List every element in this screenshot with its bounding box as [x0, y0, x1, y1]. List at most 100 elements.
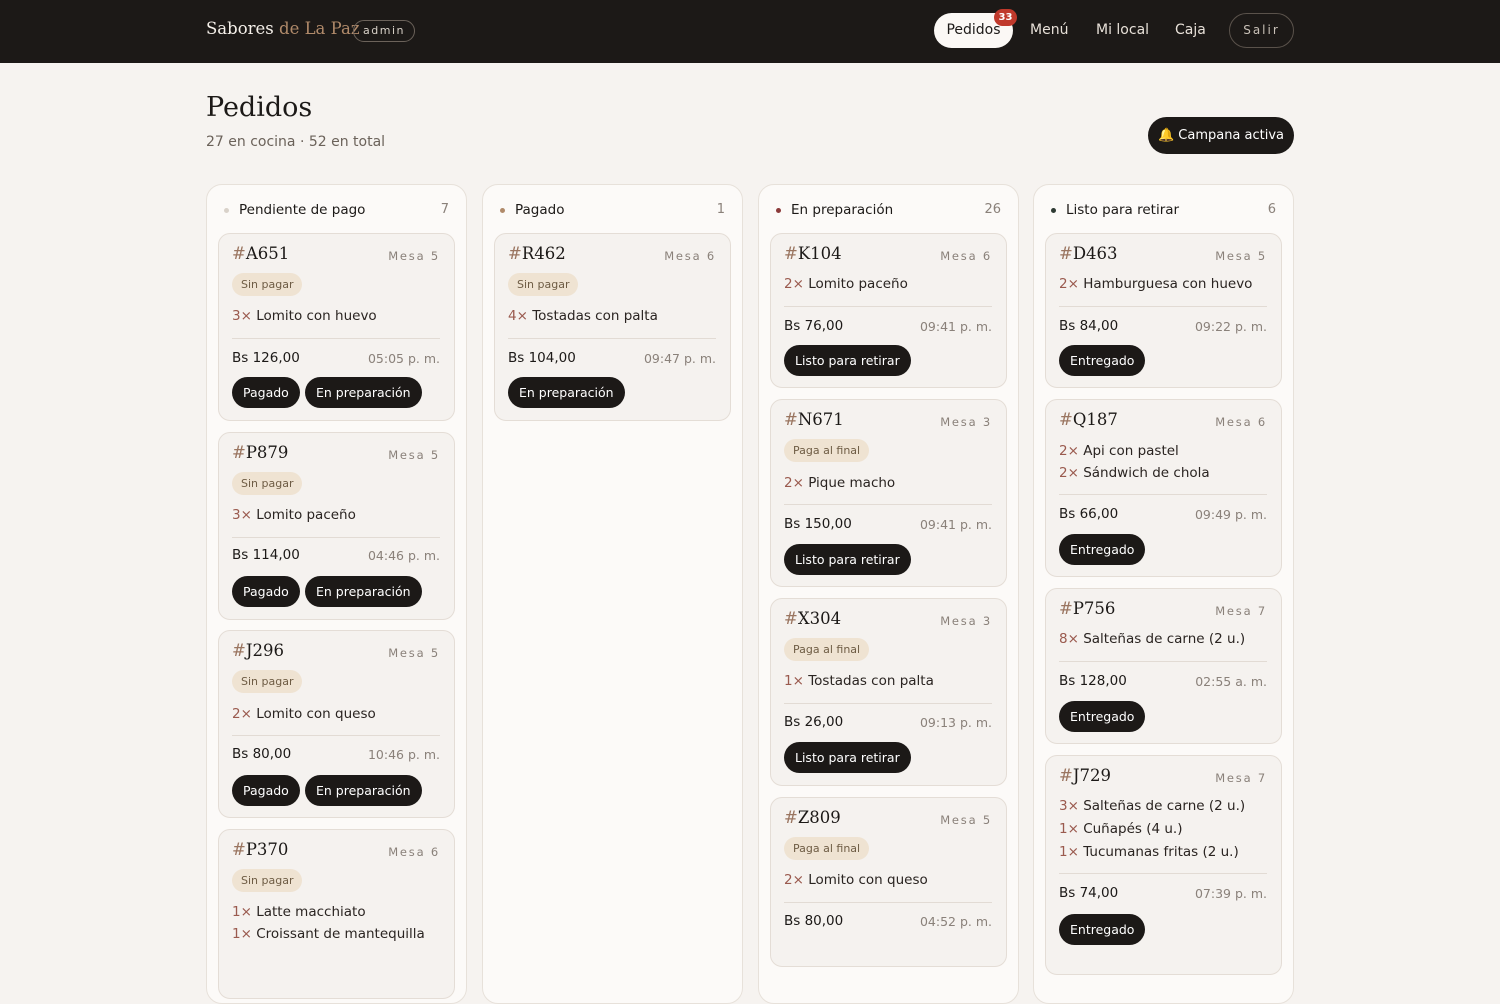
- order-card[interactable]: #A651 Mesa 5 Sin pagar 3× Lomito con hue…: [218, 233, 455, 421]
- page-subtitle: 27 en cocina · 52 en total: [206, 134, 386, 150]
- order-card[interactable]: #P879 Mesa 5 Sin pagar 3× Lomito paceño …: [218, 432, 455, 620]
- item-qty: 2×: [784, 475, 804, 491]
- order-time: 10:46 p. m.: [367, 747, 440, 762]
- divider: [232, 735, 440, 736]
- mark-paid-button[interactable]: Pagado: [232, 775, 300, 806]
- order-code: Z809: [797, 808, 841, 827]
- order-card[interactable]: #J296 Mesa 5 Sin pagar 2× Lomito con que…: [218, 630, 455, 818]
- move-to-preparation-button[interactable]: En preparación: [305, 377, 422, 408]
- order-total: Bs 150,00: [784, 516, 852, 532]
- item-name: Tostadas con palta: [808, 673, 934, 689]
- order-card[interactable]: #K104 Mesa 6 2× Lomito paceño Bs 76,00 0…: [770, 233, 1007, 388]
- hash-symbol: #: [232, 641, 246, 660]
- divider: [784, 306, 992, 307]
- order-item: 3× Lomito con huevo: [232, 308, 377, 324]
- order-time: 04:52 p. m.: [919, 914, 992, 929]
- order-code: X304: [797, 609, 842, 628]
- nav-mi-local[interactable]: Mi local: [1096, 22, 1149, 38]
- order-item: 4× Tostadas con palta: [508, 308, 658, 324]
- move-to-preparation-button[interactable]: En preparación: [305, 775, 422, 806]
- hash-symbol: #: [232, 840, 246, 859]
- order-code: J729: [1072, 766, 1111, 785]
- move-to-preparation-button[interactable]: En preparación: [305, 576, 422, 607]
- order-code: R462: [521, 244, 566, 263]
- status-dot-icon: [500, 208, 505, 213]
- table-label: Mesa 7: [1215, 771, 1267, 785]
- item-qty: 2×: [784, 872, 804, 888]
- item-name: Lomito con huevo: [256, 308, 377, 324]
- order-card[interactable]: #P370 Mesa 6 Sin pagar 1× Latte macchiat…: [218, 829, 455, 999]
- order-time: 09:49 p. m.: [1194, 507, 1267, 522]
- column-count: 7: [440, 202, 449, 217]
- divider: [1059, 306, 1267, 307]
- item-qty: 2×: [1059, 276, 1079, 292]
- order-card[interactable]: #Q187 Mesa 6 2× Api con pastel 2× Sándwi…: [1045, 399, 1282, 577]
- order-card[interactable]: #Z809 Mesa 5 Paga al final 2× Lomito con…: [770, 797, 1007, 967]
- logout-button[interactable]: Salir: [1229, 13, 1294, 48]
- ready-for-pickup-button[interactable]: Listo para retirar: [784, 544, 911, 575]
- order-id: #Q187: [1059, 410, 1118, 429]
- order-time: 09:13 p. m.: [919, 715, 992, 730]
- item-qty: 2×: [232, 706, 252, 722]
- order-code: P879: [245, 443, 289, 462]
- order-item: 2× Sándwich de chola: [1059, 465, 1210, 481]
- order-item: 8× Salteñas de carne (2 u.): [1059, 631, 1245, 647]
- divider: [784, 902, 992, 903]
- order-item: 1× Tucumanas fritas (2 u.): [1059, 844, 1239, 860]
- item-qty: 2×: [1059, 443, 1079, 459]
- divider: [232, 537, 440, 538]
- table-label: Mesa 3: [940, 415, 992, 429]
- order-id: #D463: [1059, 244, 1118, 263]
- column-count: 1: [716, 202, 725, 217]
- hash-symbol: #: [784, 410, 798, 429]
- order-card[interactable]: #X304 Mesa 3 Paga al final 1× Tostadas c…: [770, 598, 1007, 786]
- column-count: 26: [984, 202, 1001, 217]
- mark-paid-button[interactable]: Pagado: [232, 576, 300, 607]
- delivered-button[interactable]: Entregado: [1059, 345, 1146, 376]
- item-qty: 2×: [1059, 465, 1079, 481]
- order-code: K104: [797, 244, 842, 263]
- order-total: Bs 104,00: [508, 350, 576, 366]
- column-title: Pagado: [515, 202, 565, 218]
- order-code: P756: [1072, 599, 1116, 618]
- top-bar: Sabores de La Paz admin Pedidos 33 Menú …: [0, 0, 1500, 63]
- hash-symbol: #: [508, 244, 522, 263]
- column-title: En preparación: [791, 202, 894, 218]
- table-label: Mesa 5: [940, 813, 992, 827]
- order-id: #A651: [232, 244, 289, 263]
- order-card[interactable]: #R462 Mesa 6 Sin pagar 4× Tostadas con p…: [494, 233, 731, 421]
- item-qty: 3×: [1059, 798, 1079, 814]
- delivered-button[interactable]: Entregado: [1059, 914, 1146, 945]
- item-qty: 8×: [1059, 631, 1079, 647]
- divider: [508, 338, 716, 339]
- order-item: 2× Lomito con queso: [784, 872, 928, 888]
- column-pagado: Pagado 1 #R462 Mesa 6 Sin pagar 4× Tosta…: [482, 184, 743, 1004]
- brand-logo[interactable]: Sabores de La Paz: [206, 19, 360, 38]
- order-card[interactable]: #N671 Mesa 3 Paga al final 2× Pique mach…: [770, 399, 1007, 587]
- campaign-button[interactable]: 🔔 Campana activa: [1148, 117, 1294, 154]
- hash-symbol: #: [232, 443, 246, 462]
- brand-accent: de La Paz: [279, 19, 360, 38]
- item-qty: 1×: [1059, 844, 1079, 860]
- nav-caja[interactable]: Caja: [1175, 22, 1206, 38]
- order-card[interactable]: #J729 Mesa 7 3× Salteñas de carne (2 u.)…: [1045, 755, 1282, 975]
- delivered-button[interactable]: Entregado: [1059, 534, 1146, 565]
- delivered-button[interactable]: Entregado: [1059, 701, 1146, 732]
- brand-name: Sabores: [206, 19, 274, 38]
- order-total: Bs 80,00: [784, 913, 844, 929]
- hash-symbol: #: [784, 609, 798, 628]
- move-to-preparation-button[interactable]: En preparación: [508, 377, 625, 408]
- ready-for-pickup-button[interactable]: Listo para retirar: [784, 742, 911, 773]
- order-card[interactable]: #P756 Mesa 7 8× Salteñas de carne (2 u.)…: [1045, 588, 1282, 744]
- nav-menu[interactable]: Menú: [1030, 22, 1068, 38]
- order-card[interactable]: #D463 Mesa 5 2× Hamburguesa con huevo Bs…: [1045, 233, 1282, 388]
- order-id: #K104: [784, 244, 842, 263]
- mark-paid-button[interactable]: Pagado: [232, 377, 300, 408]
- hash-symbol: #: [1059, 766, 1073, 785]
- order-item: 3× Salteñas de carne (2 u.): [1059, 798, 1245, 814]
- column-header: En preparación 26: [759, 185, 1018, 233]
- table-label: Mesa 7: [1215, 604, 1267, 618]
- item-name: Salteñas de carne (2 u.): [1083, 798, 1246, 814]
- order-total: Bs 74,00: [1059, 885, 1119, 901]
- ready-for-pickup-button[interactable]: Listo para retirar: [784, 345, 911, 376]
